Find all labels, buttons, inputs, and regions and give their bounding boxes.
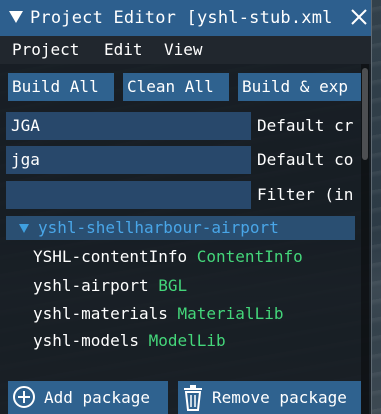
package-type: ModelLib [148,331,226,350]
creator-label: Default cr [257,116,354,135]
remove-package-label: Remove package [212,388,347,407]
menu-bar: Project Edit View [0,36,371,64]
package-type: BGL [158,276,188,295]
add-circle-icon [12,385,36,413]
package-type: ContentInfo [196,247,303,266]
trash-icon [181,385,205,414]
package-type: MaterialLib [177,304,284,323]
close-icon[interactable] [348,6,370,28]
creator-input[interactable]: JGA [6,112,251,140]
clean-all-button[interactable]: Clean All [123,73,229,101]
filter-label: Filter (in [257,185,354,204]
package-row[interactable]: yshl-materials MaterialLib [33,304,283,323]
project-editor-window: Project Editor [yshl-stub.xml Project Ed… [0,0,372,414]
package-name: yshl-models [33,331,139,350]
vertical-scrollbar[interactable] [361,64,369,414]
filter-input[interactable] [6,181,251,209]
package-row[interactable]: yshl-airport BGL [33,276,187,295]
package-name: yshl-airport [33,276,149,295]
collapse-icon[interactable] [9,11,23,23]
scrollbar-thumb[interactable] [362,68,368,160]
tree-root-label: yshl-shellharbour-airport [38,218,279,237]
title-bar[interactable]: Project Editor [yshl-stub.xml [0,0,371,36]
package-name: yshl-materials [33,304,168,323]
menu-view[interactable]: View [164,40,203,59]
expand-arrow-icon[interactable] [19,224,29,233]
package-row[interactable]: yshl-models ModelLib [33,331,226,350]
company-label: Default co [257,150,354,169]
package-name: YSHL-contentInfo [33,247,188,266]
menu-edit[interactable]: Edit [104,40,143,59]
build-all-button[interactable]: Build All [8,73,114,101]
company-input[interactable]: jga [6,146,251,174]
add-package-label: Add package [44,388,150,407]
remove-package-button[interactable]: Remove package [178,381,361,414]
add-package-button[interactable]: Add package [8,381,168,414]
build-export-button[interactable]: Build & exp [238,73,361,101]
package-row[interactable]: YSHL-contentInfo ContentInfo [33,247,303,266]
window-title: Project Editor [yshl-stub.xml [30,8,333,28]
menu-project[interactable]: Project [12,40,79,59]
tree-root-node[interactable]: yshl-shellharbour-airport [6,216,355,240]
